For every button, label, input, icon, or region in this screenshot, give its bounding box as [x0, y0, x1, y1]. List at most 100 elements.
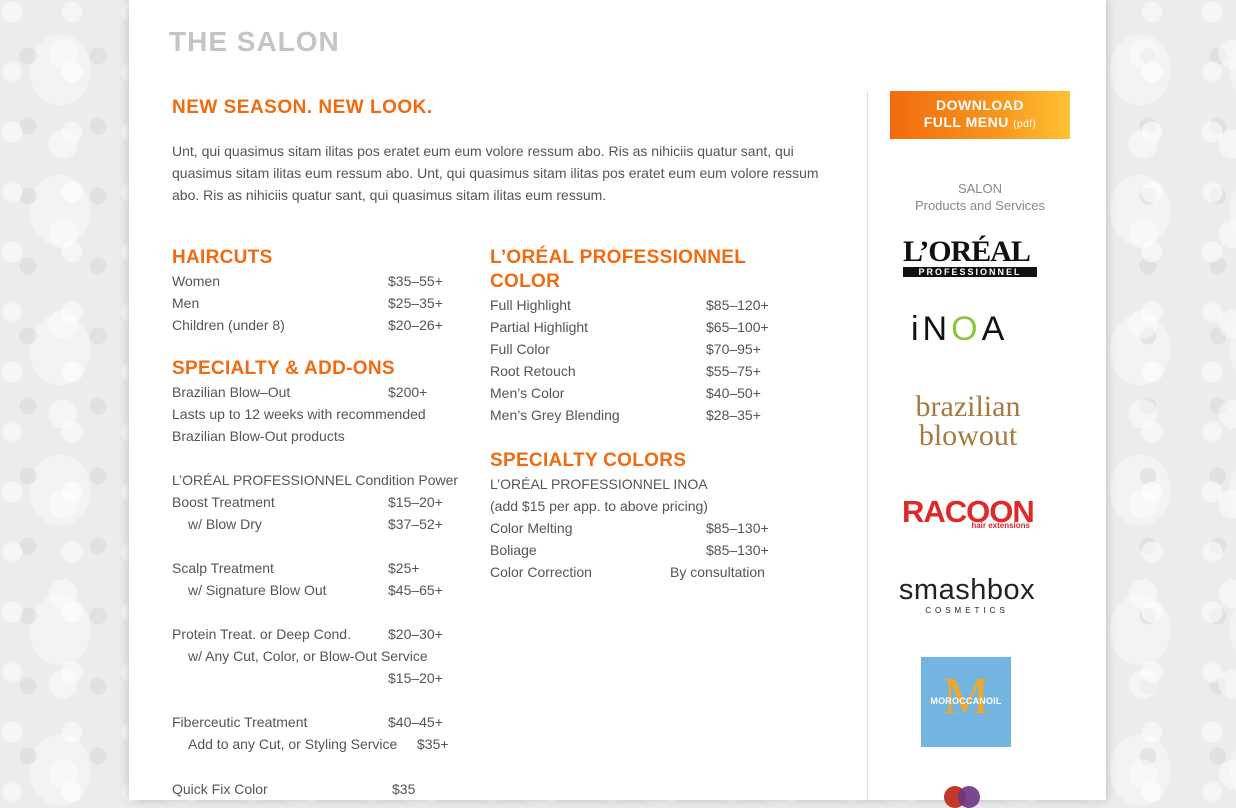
price-row: Root Retouch $55–75+ [490, 360, 790, 382]
loreal-sub: PROFESSIONNEL [903, 267, 1037, 277]
service-price: $45–65+ [388, 582, 443, 598]
price-row: Quick Fix Color $35 [172, 778, 472, 800]
pdf-label: (pdf) [1013, 119, 1037, 130]
service-price: $85–130+ [706, 542, 769, 558]
price-row: Scalp Treatment $25+ [172, 557, 472, 579]
download-label-2: FULL MENU (pdf) [890, 114, 1070, 133]
note-row: Lasts up to 12 weeks with recommended [172, 403, 472, 425]
specialty-title: SPECIALTY & ADD-ONS [172, 358, 395, 379]
price-row: Men $25–35+ [172, 292, 472, 314]
price-row: w/ Blow Dry $37–52+ [172, 513, 472, 535]
service-price: $35–55+ [388, 273, 443, 289]
color-title-line1: L’ORÉAL PROFESSIONNEL [490, 247, 747, 268]
service-label: w/ Signature Blow Out [188, 582, 327, 598]
loreal-logo[interactable]: L’ORÉAL PROFESSIONNEL [903, 235, 1037, 277]
service-label: Scalp Treatment [172, 560, 274, 576]
price-row: Color Melting $85–130+ [490, 517, 790, 539]
price-row: Full Highlight $85–120+ [490, 294, 790, 316]
note-row: w/ Any Cut, Color, or Blow-Out Service [172, 645, 472, 667]
service-price: $35 [392, 781, 416, 797]
note-row: L’ORÉAL PROFESSIONNEL INOA [490, 473, 790, 495]
service-label: Boost Treatment [172, 494, 275, 510]
service-label: Partial Highlight [490, 319, 589, 335]
brand-line: L’ORÉAL PROFESSIONNEL INOA [490, 476, 708, 492]
service-price: $28–35+ [706, 407, 761, 423]
download-menu-button[interactable]: DOWNLOAD FULL MENU (pdf) [890, 91, 1070, 139]
haircuts-title: HAIRCUTS [172, 247, 273, 268]
price-row: Protein Treat. or Deep Cond. $20–30+ [172, 623, 472, 645]
brazilian-blowout-logo[interactable]: brazilian blowout [904, 392, 1032, 454]
note-row: L’ORÉAL PROFESSIONNEL Condition Power [172, 469, 472, 491]
service-label: Boliage [490, 542, 537, 558]
price-row: w/ Signature Blow Out $45–65+ [172, 579, 472, 601]
moroccanoil-logo[interactable]: M MOROCCANOIL [921, 657, 1011, 747]
service-label: Protein Treat. or Deep Cond. [172, 626, 351, 642]
color-title: L’ORÉAL PROFESSIONNEL COLOR [490, 246, 790, 294]
smashbox-wordmark: smashbox [898, 574, 1036, 606]
service-price: By consultation [670, 564, 765, 580]
full-menu-label: FULL MENU [923, 114, 1009, 130]
inoa-part: A [981, 310, 1009, 348]
note-row: (add $15 per app. to above pricing) [490, 495, 790, 517]
brand-line: L’ORÉAL PROFESSIONNEL Condition Power [172, 472, 459, 488]
inoa-logo[interactable]: iNOA [911, 306, 1031, 352]
service-label: w/ Blow Dry [188, 516, 262, 532]
middle-column: L’ORÉAL PROFESSIONNEL COLOR Full Highligh… [490, 246, 790, 583]
price-row: Men’s Grey Blending $28–35+ [490, 404, 790, 426]
specialty-colors-title: SPECIALTY COLORS [490, 450, 687, 471]
service-price: $70–95+ [706, 341, 761, 357]
brazil-line2: blowout [918, 419, 1018, 452]
page-title: THE SALON [169, 26, 340, 57]
service-label: Brazilian Blow–Out [172, 384, 291, 400]
color-title-line2: COLOR [490, 271, 561, 292]
left-column: HAIRCUTS Women $35–55+ Men $25–35+ Childre… [172, 246, 472, 799]
service-label: Quick Fix Color [172, 781, 268, 797]
price-row: Women $35–55+ [172, 270, 472, 292]
price-row: Fiberceutic Treatment $40–45+ [172, 711, 472, 733]
service-price: $40–50+ [706, 385, 761, 401]
service-price: $25–35+ [388, 295, 443, 311]
download-label: DOWNLOAD [936, 97, 1024, 113]
brazil-line1: brazilian [915, 390, 1021, 423]
price-row: Color Correction By consultation [490, 561, 790, 583]
racoon-logo[interactable]: RACOON hair extensions [902, 496, 1035, 536]
content-page: THE SALON NEW SEASON. NEW LOOK. Unt, qui… [129, 0, 1106, 808]
price-row: $15–20+ [172, 667, 472, 689]
inoa-part: O [951, 310, 982, 348]
price-row: Boost Treatment $15–20+ [172, 491, 472, 513]
service-price: $200+ [388, 384, 428, 400]
service-label: Fiberceutic Treatment [172, 714, 308, 730]
service-label: Men [172, 295, 200, 311]
service-price: $15–20+ [388, 670, 443, 686]
service-label: Men’s Color [490, 385, 565, 401]
logo-dot-purple [958, 786, 980, 808]
moroccan-word: MOROCCANOIL [930, 696, 1002, 706]
sidebar-heading-title: SALON [957, 181, 1003, 196]
service-label: w/ Any Cut, Color, or Blow-Out Service [188, 648, 428, 664]
service-price: $85–120+ [706, 297, 769, 313]
note-text: (add $15 per app. to above pricing) [490, 498, 708, 514]
service-label: Women [172, 273, 220, 289]
price-row: Boliage $85–130+ [490, 539, 790, 561]
loreal-wordmark: L’ORÉAL [903, 235, 1031, 268]
partial-logo[interactable] [944, 786, 988, 808]
service-price: $85–130+ [706, 520, 769, 536]
service-price: $40–45+ [388, 714, 443, 730]
service-price: $65–100+ [706, 319, 769, 335]
note-row: Brazilian Blow-Out products [172, 425, 472, 447]
smashbox-logo[interactable]: smashbox COSMETICS [897, 574, 1037, 620]
price-row: Brazilian Blow–Out $200+ [172, 381, 472, 403]
price-row: Men’s Color $40–50+ [490, 382, 790, 404]
service-label: Children (under 8) [172, 317, 285, 333]
inoa-part: iN [911, 310, 952, 348]
note-text: Lasts up to 12 weeks with recommended [172, 406, 426, 422]
service-price: $37–52+ [388, 516, 443, 532]
smashbox-sub: COSMETICS [925, 606, 1009, 615]
sidebar-divider [867, 91, 868, 800]
headline: NEW SEASON. NEW LOOK. [172, 97, 433, 118]
service-price: $35+ [417, 736, 449, 752]
service-price: $20–26+ [388, 317, 443, 333]
price-row: Children (under 8) $20–26+ [172, 314, 472, 336]
note-text: Brazilian Blow-Out products [172, 428, 345, 444]
service-label: Full Color [490, 341, 550, 357]
